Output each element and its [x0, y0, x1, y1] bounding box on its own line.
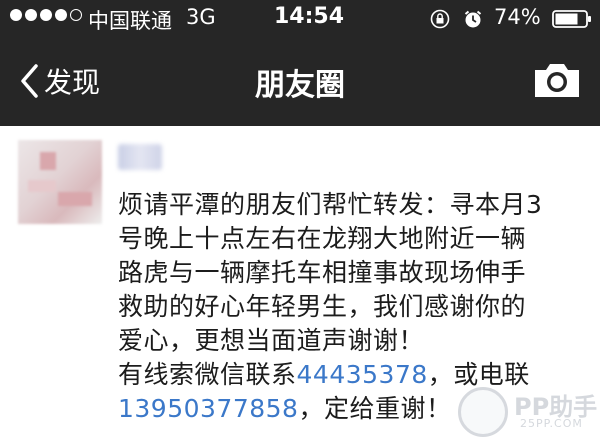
rotation-lock-icon — [430, 9, 450, 29]
battery-percent: 74% — [494, 5, 541, 29]
pp-logo-icon — [458, 387, 508, 437]
post-line: 路虎与一辆摩托车相撞事故现场伸手 — [118, 258, 527, 287]
alarm-icon — [464, 10, 482, 28]
post-line: 爱心，更想当面道声谢谢！ — [118, 326, 425, 355]
post-line: 救助的好心年轻男生，我们感谢你的 — [118, 292, 527, 321]
post-line: 烦请平潭的朋友们帮忙转发：寻本月3 — [118, 190, 543, 219]
app-header: 中国联通 3G 14:54 74% 发现 朋友圈 — [0, 0, 600, 126]
camera-icon[interactable] — [532, 60, 582, 100]
carrier-label: 中国联通 — [88, 9, 172, 33]
post-line: 号晚上十点左右在龙翔大地附近一辆 — [118, 224, 527, 253]
avatar[interactable] — [18, 140, 102, 224]
moment-post: 烦请平潭的朋友们帮忙转发：寻本月3 号晚上十点左右在龙翔大地附近一辆 路虎与一辆… — [0, 126, 600, 442]
status-bar: 中国联通 3G 14:54 74% — [0, 0, 600, 38]
page-title: 朋友圈 — [255, 68, 345, 103]
phone-link[interactable]: 13950377858 — [118, 394, 298, 423]
signal-dots-icon — [10, 9, 82, 21]
pp-watermark: PP助手 25PP.COM — [458, 385, 598, 439]
contact-prefix: 有线索微信联系 — [118, 360, 297, 389]
wechat-id-link[interactable]: 44435378 — [297, 360, 428, 389]
battery-icon — [552, 10, 591, 28]
nav-bar: 发现 朋友圈 — [0, 38, 600, 126]
author-name[interactable] — [118, 144, 162, 170]
watermark-sub: 25PP.COM — [520, 417, 583, 430]
network-type: 3G — [186, 5, 216, 29]
reward-text: ，定给重谢！ — [298, 394, 452, 423]
status-time: 14:54 — [274, 4, 345, 29]
